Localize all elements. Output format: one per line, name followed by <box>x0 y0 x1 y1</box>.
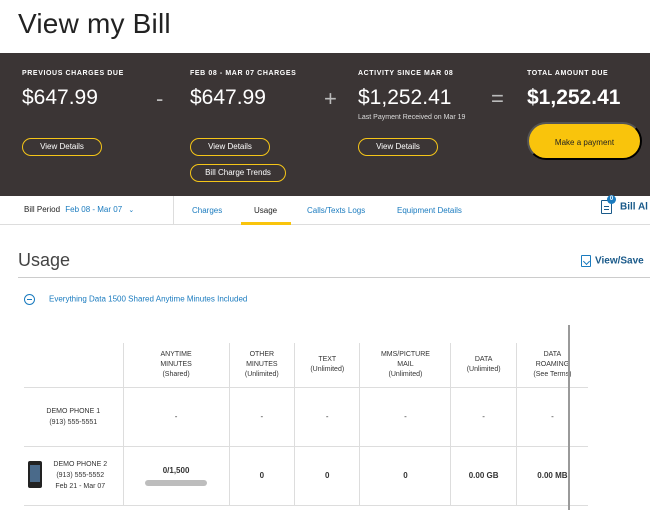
notification-badge: 0 <box>607 195 616 204</box>
device-number: (913) 555-5551 <box>49 418 98 426</box>
device-number: (913) 555-5552 <box>56 472 105 479</box>
header-device <box>24 343 124 388</box>
current-view-details-button[interactable]: View Details <box>190 138 270 156</box>
device-name: DEMO PHONE 2 <box>53 461 108 468</box>
anytime-minutes-text: 0/1,500 <box>162 465 190 475</box>
text-value: - <box>294 387 361 447</box>
minus-operator: - <box>156 86 164 111</box>
bill-all-label: Bill Al <box>620 201 648 213</box>
header-data: DATA (Unlimited) <box>450 343 517 388</box>
view-save-label: View/Save <box>595 255 644 267</box>
activity-view-details-button[interactable]: View Details <box>358 138 438 156</box>
anytime-minutes-value: 0/1,500 <box>123 446 230 506</box>
plan-name: Everything Data 1500 Shared Anytime Minu… <box>49 294 248 304</box>
collapse-minus-icon <box>24 294 35 305</box>
chevron-down-icon: ⌄ <box>128 207 135 214</box>
data-value: - <box>450 387 517 447</box>
document-icon: 0 <box>601 195 616 214</box>
current-charges-amount: $647.99 <box>190 86 266 109</box>
total-due-amount: $1,252.41 <box>527 86 621 109</box>
usage-title: Usage <box>18 250 71 270</box>
smartphone-icon <box>28 460 42 488</box>
data-value: 0.00 GB <box>450 446 517 506</box>
last-payment-note: Last Payment Received on Mar 19 <box>358 114 466 121</box>
bill-period-value: Feb 08 - Mar 07 <box>65 205 123 214</box>
bill-tabbar: Bill Period Feb 08 - Mar 07 ⌄ Charges Us… <box>0 195 650 225</box>
data-roaming-value: 0.00 MB <box>516 446 588 506</box>
data-roaming-value: - <box>516 387 588 447</box>
header-anytime-minutes: ANYTIME MINUTES (Shared) <box>123 343 230 388</box>
pdf-download-icon <box>581 255 591 267</box>
text-value: 0 <box>294 446 361 506</box>
device-period: Feb 21 - Mar 07 <box>55 483 106 490</box>
usage-table-header: ANYTIME MINUTES (Shared) OTHER MINUTES (Unli… <box>24 343 588 388</box>
device-name: DEMO PHONE 1 <box>46 407 101 415</box>
other-minutes-value: 0 <box>229 446 296 506</box>
anytime-minutes-value: - <box>123 387 230 447</box>
table-row: DEMO PHONE 2 (913) 555-5552 Feb 21 - Mar 0… <box>24 446 588 506</box>
previous-charges-label: PREVIOUS CHARGES DUE <box>22 70 124 77</box>
header-mms-picture-mail: MMS/PICTURE MAIL (Unlimited) <box>359 343 452 388</box>
view-save-link[interactable]: View/Save <box>581 255 644 267</box>
header-data-roaming: DATA ROAMING (See Terms) <box>516 343 588 388</box>
anytime-usage-progress <box>145 479 208 486</box>
usage-table: ANYTIME MINUTES (Shared) OTHER MINUTES (Unli… <box>24 343 588 506</box>
make-payment-button[interactable]: Make a payment <box>527 122 642 160</box>
header-text: TEXT (Unlimited) <box>294 343 361 388</box>
total-due-label: TOTAL AMOUNT DUE <box>527 70 609 77</box>
activity-amount: $1,252.41 <box>358 86 452 109</box>
header-other-minutes: OTHER MINUTES (Unlimited) <box>229 343 296 388</box>
usage-divider <box>18 277 650 278</box>
device-cell: DEMO PHONE 1 (913) 555-5551 <box>24 387 124 447</box>
current-charges-label: FEB 08 - MAR 07 CHARGES <box>190 70 297 77</box>
page-title: View my Bill <box>18 8 171 39</box>
previous-charges-amount: $647.99 <box>22 86 98 109</box>
bill-period-selector[interactable]: Bill Period Feb 08 - Mar 07 ⌄ <box>24 205 134 214</box>
bill-period-label: Bill Period <box>24 205 61 214</box>
tab-usage[interactable]: Usage <box>254 206 277 215</box>
tab-charges[interactable]: Charges <box>192 206 222 215</box>
previous-view-details-button[interactable]: View Details <box>22 138 102 156</box>
tab-equipment-details[interactable]: Equipment Details <box>397 206 462 215</box>
plan-toggle[interactable]: Everything Data 1500 Shared Anytime Minu… <box>24 294 247 305</box>
active-tab-underline <box>241 222 291 225</box>
bill-summary-bar: PREVIOUS CHARGES DUE $647.99 View Detail… <box>0 53 650 196</box>
bill-all-link[interactable]: 0 Bill Al <box>601 195 648 214</box>
table-row: DEMO PHONE 1 (913) 555-5551 - - - - - - <box>24 387 588 447</box>
bill-charge-trends-button[interactable]: Bill Charge Trends <box>190 164 286 182</box>
mms-value: 0 <box>359 446 452 506</box>
plus-operator: + <box>324 86 337 111</box>
activity-label: ACTIVITY SINCE MAR 08 <box>358 70 454 77</box>
table-scrollbar[interactable] <box>568 325 570 510</box>
tab-calls-texts-logs[interactable]: Calls/Texts Logs <box>307 206 365 215</box>
mms-value: - <box>359 387 452 447</box>
other-minutes-value: - <box>229 387 296 447</box>
equals-operator: = <box>491 86 504 111</box>
tab-divider <box>173 196 174 225</box>
device-cell: DEMO PHONE 2 (913) 555-5552 Feb 21 - Mar 0… <box>24 446 124 506</box>
